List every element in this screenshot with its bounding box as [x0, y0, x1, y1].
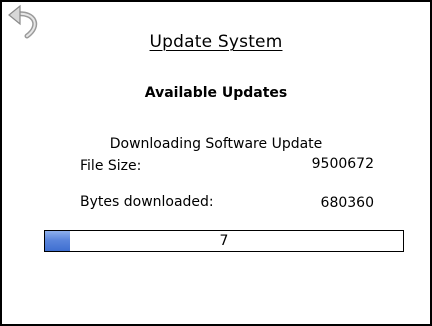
- file-size-label: File Size:: [80, 158, 142, 174]
- page-title-text: Update System: [149, 32, 283, 52]
- bytes-downloaded-value: 680360: [320, 195, 374, 211]
- download-status-text: Downloading Software Update: [109, 136, 323, 152]
- page-title: Update System: [2, 32, 430, 52]
- file-size-value: 9500672: [311, 156, 374, 172]
- progress-percent-text: 7: [219, 233, 229, 249]
- download-progress-bar: 7: [44, 230, 404, 252]
- available-updates-heading: Available Updates: [144, 85, 288, 101]
- bytes-downloaded-label: Bytes downloaded:: [80, 194, 214, 210]
- update-system-panel: Update System Available Updates Download…: [0, 0, 432, 326]
